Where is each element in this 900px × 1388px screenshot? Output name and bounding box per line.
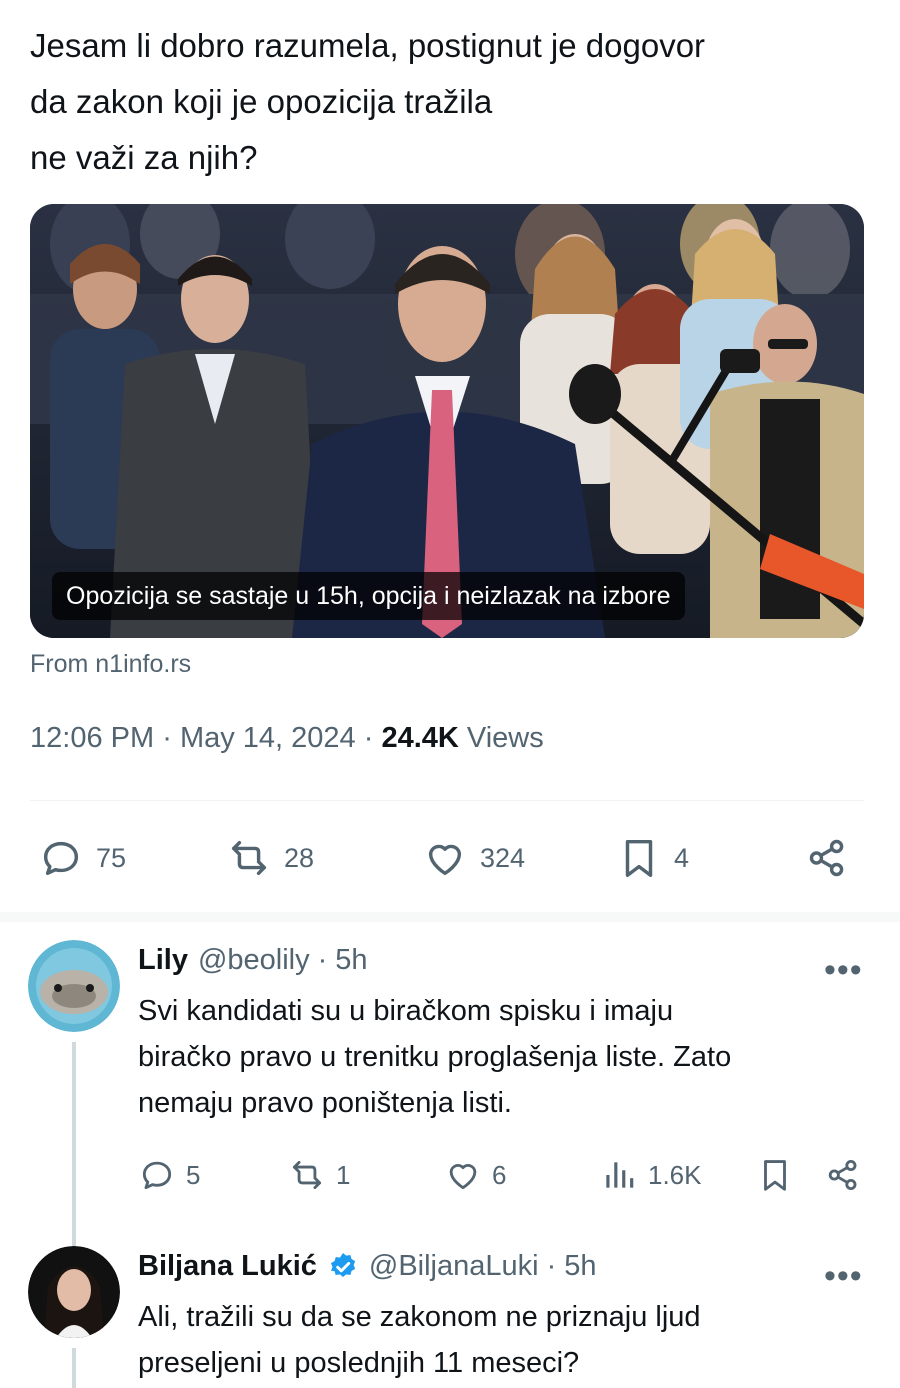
card-headline: Opozicija se sastaje u 15h, opcija i nei…: [52, 572, 685, 620]
tweet-text-line: Jesam li dobro razumela, postignut je do…: [30, 27, 706, 64]
avatar[interactable]: [28, 940, 120, 1032]
reply-text: Svi kandidati su u biračkom spisku i ima…: [138, 988, 868, 1126]
thread-line: [72, 1348, 76, 1388]
header-separator: ·: [546, 1250, 557, 1282]
reply-count: 5: [186, 1159, 201, 1190]
reply-text-line: Svi kandidati su u biračkom spisku i ima…: [138, 995, 674, 1027]
meta-separator: ·: [162, 722, 172, 754]
author-name[interactable]: Biljana Lukić: [138, 1250, 317, 1283]
bookmark-icon: [764, 1160, 786, 1191]
reply-count: 75: [96, 842, 127, 873]
meta-separator: ·: [363, 722, 374, 754]
more-icon[interactable]: •••: [824, 1259, 863, 1293]
verified-badge-icon: [330, 1252, 356, 1277]
tweet-date[interactable]: May 14, 2024: [180, 722, 356, 754]
avatar-image: [28, 940, 120, 1032]
tweet-text: Jesam li dobro razumela, postignut je do…: [30, 18, 870, 186]
like-icon: [449, 1164, 477, 1190]
bookmark-button[interactable]: [756, 1152, 804, 1198]
like-button[interactable]: 324: [422, 830, 525, 886]
reply-text: Ali, tražili su da se zakonom ne priznaj…: [138, 1294, 868, 1386]
like-count: 324: [480, 842, 526, 873]
author-handle[interactable]: @beolily: [198, 944, 310, 977]
author-handle[interactable]: @BiljanaLuki: [369, 1250, 539, 1283]
reply-time[interactable]: 5h: [335, 944, 367, 977]
reply-text-line: nemaju pravo poništenja listi.: [138, 1087, 512, 1119]
tweet-meta: 12:06 PM · May 14, 2024 · 24.4K Views: [30, 722, 544, 755]
like-icon: [428, 844, 462, 876]
reply-icon: [142, 1161, 172, 1190]
reply-action-bar: 5 1 6 1.6K: [138, 1152, 868, 1198]
like-count: 6: [492, 1159, 507, 1190]
header-separator: ·: [317, 944, 328, 976]
repost-button[interactable]: 1: [288, 1152, 350, 1198]
reply-header: Biljana Lukić @BiljanaLuki · 5h: [138, 1250, 597, 1283]
repost-icon: [231, 840, 267, 876]
bookmark-count: 4: [674, 842, 690, 873]
repost-icon: [292, 1160, 322, 1190]
link-source[interactable]: From n1info.rs: [30, 650, 191, 679]
tweet-text-line: da zakon koji je opozicija tražila: [30, 83, 493, 120]
divider: [30, 800, 864, 801]
views-icon: [606, 1162, 634, 1188]
repost-count: 1: [336, 1159, 351, 1190]
avatar[interactable]: [28, 1246, 120, 1338]
reply-text-line: Ali, tražili su da se zakonom ne priznaj…: [138, 1301, 701, 1333]
reply-text-line: preseljeni u poslednjih 11 meseci?: [138, 1347, 580, 1379]
views-button[interactable]: 1.6K: [600, 1152, 702, 1198]
like-button[interactable]: 6: [444, 1152, 506, 1198]
share-icon: [828, 1159, 857, 1191]
views-label: Views: [466, 722, 544, 754]
bookmark-button[interactable]: 4: [616, 830, 689, 886]
author-name[interactable]: Lily: [138, 944, 188, 977]
views-count: 1.6K: [648, 1159, 702, 1190]
link-preview-card[interactable]: Opozicija se sastaje u 15h, opcija i nei…: [30, 204, 864, 638]
bookmark-icon: [625, 839, 653, 877]
tweet-time[interactable]: 12:06 PM: [30, 722, 154, 754]
share-button[interactable]: [804, 830, 862, 886]
reply-text-line: biračko pravo u trenitku proglašenja lis…: [138, 1041, 732, 1073]
reply-time[interactable]: 5h: [564, 1250, 596, 1283]
reply-button[interactable]: 75: [38, 830, 126, 886]
tweet-text-line: ne važi za njih?: [30, 139, 258, 176]
reply-button[interactable]: 5: [138, 1152, 200, 1198]
reply-icon: [43, 841, 79, 876]
share-icon: [809, 839, 844, 877]
views-count: 24.4K: [381, 722, 459, 754]
avatar-image: [28, 1246, 120, 1338]
reply-header: Lily @beolily · 5h: [138, 944, 368, 977]
repost-count: 28: [284, 842, 315, 873]
section-separator: [0, 912, 900, 922]
share-button[interactable]: [824, 1152, 872, 1198]
repost-button[interactable]: 28: [226, 830, 314, 886]
more-icon[interactable]: •••: [824, 953, 863, 987]
tweet-action-bar: 75 28 324 4: [30, 830, 864, 886]
